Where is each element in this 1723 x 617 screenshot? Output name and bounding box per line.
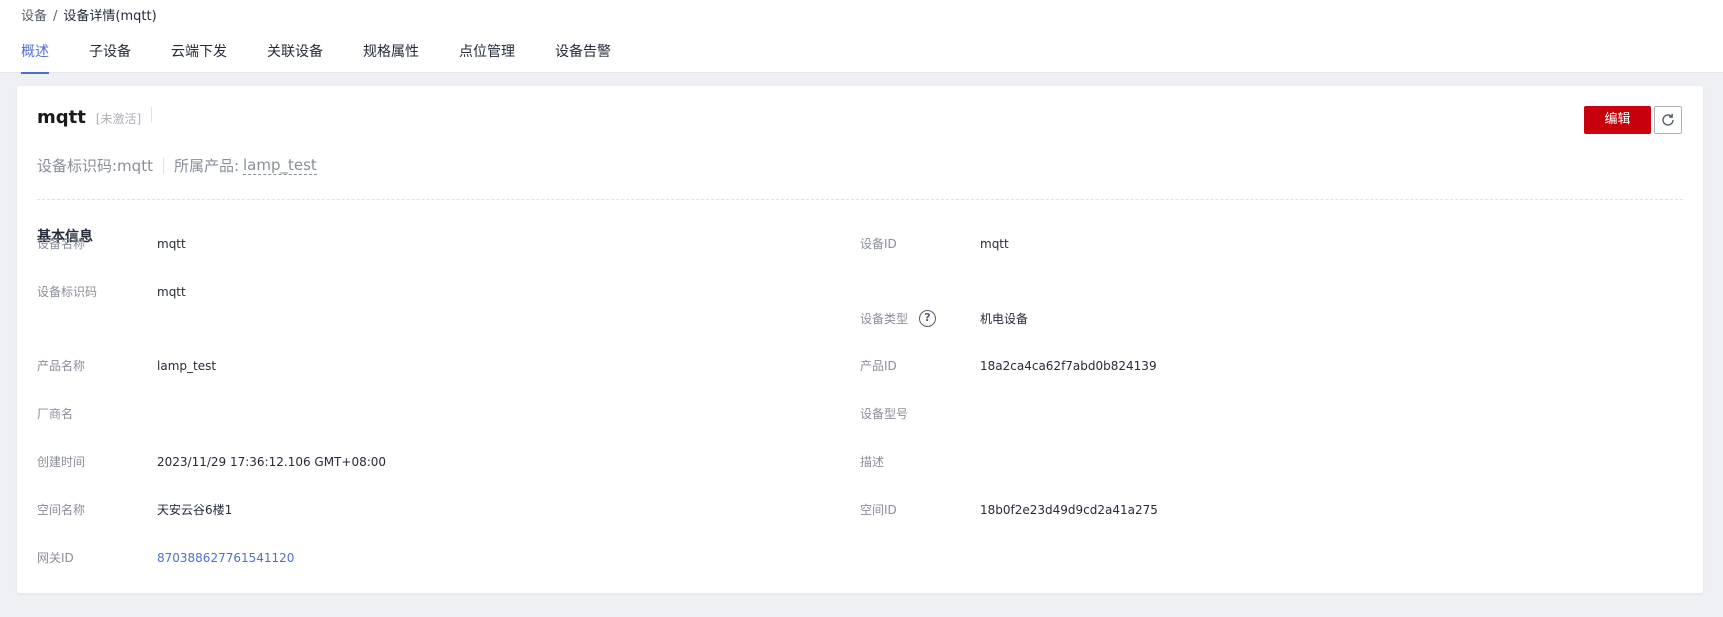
gateway-id-link[interactable]: 870388627761541120 <box>157 550 294 566</box>
breadcrumb-current: 设备详情(mqtt) <box>63 9 157 24</box>
tab-bar: 概述 子设备 云端下发 关联设备 规格属性 点位管理 设备告警 <box>21 42 651 74</box>
label-device-name: 设备名称 <box>37 237 86 251</box>
value-space-id: 18b0f2e23d49d9cd2a41a275 <box>980 503 1158 517</box>
value-created-time: 2023/11/29 17:36:12.106 GMT+08:00 <box>157 455 387 469</box>
breadcrumb: 设备 / 设备详情(mqtt) <box>21 9 157 25</box>
section-divider <box>37 199 1683 200</box>
product-link[interactable]: lamp_test <box>243 156 317 175</box>
value-device-id: mqtt <box>980 237 1009 251</box>
label-product-id: 产品ID <box>860 359 897 373</box>
subtitle-divider <box>162 157 164 174</box>
label-created-time: 创建时间 <box>37 455 86 469</box>
tab-sub-devices[interactable]: 子设备 <box>89 42 131 73</box>
label-device-id: 设备ID <box>860 237 897 251</box>
breadcrumb-separator: / <box>53 9 58 24</box>
refresh-button[interactable] <box>1654 106 1682 134</box>
device-detail-card: mqtt [未激活] 设备标识码:mqtt 所属产品: lamp_test 编辑… <box>17 86 1703 593</box>
device-status-badge: [未激活] <box>95 112 142 126</box>
label-space-name: 空间名称 <box>37 503 86 517</box>
label-gateway-id: 网关ID <box>37 551 74 565</box>
device-subtitle: 设备标识码:mqtt 所属产品: lamp_test <box>37 155 317 176</box>
title-divider <box>151 107 153 123</box>
value-product-id: 18a2ca4ca62f7abd0b824139 <box>980 359 1157 373</box>
edit-button[interactable]: 编辑 <box>1584 106 1651 134</box>
value-device-name: mqtt <box>157 237 186 251</box>
tab-spec-properties[interactable]: 规格属性 <box>363 42 419 73</box>
label-device-model: 设备型号 <box>860 407 909 421</box>
value-product-name: lamp_test <box>157 359 217 373</box>
tab-device-alarms[interactable]: 设备告警 <box>555 42 611 73</box>
value-device-identifier: mqtt <box>157 285 186 299</box>
device-title: mqtt [未激活] <box>37 107 153 128</box>
label-space-id: 空间ID <box>860 503 897 517</box>
label-vendor-name: 厂商名 <box>37 407 74 421</box>
tab-overview[interactable]: 概述 <box>21 42 49 74</box>
refresh-icon <box>1662 113 1674 126</box>
device-identifier-text: 设备标识码:mqtt <box>37 157 153 175</box>
label-product-name: 产品名称 <box>37 359 86 373</box>
label-device-identifier: 设备标识码 <box>37 285 98 299</box>
help-icon[interactable]: ? <box>919 310 936 327</box>
device-name: mqtt <box>37 107 86 128</box>
tab-point-management[interactable]: 点位管理 <box>459 42 515 73</box>
breadcrumb-devices-link[interactable]: 设备 <box>21 9 47 24</box>
value-space-name: 天安云谷6楼1 <box>157 503 233 517</box>
label-description: 描述 <box>860 455 885 469</box>
tab-cloud-commands[interactable]: 云端下发 <box>171 42 227 73</box>
label-device-type: 设备类型 <box>860 312 909 326</box>
product-label: 所属产品: <box>173 157 240 175</box>
top-header: 设备 / 设备详情(mqtt) 概述 子设备 云端下发 关联设备 规格属性 点位管理… <box>0 0 1723 74</box>
value-device-type: 机电设备 <box>980 312 1029 326</box>
tab-linked-devices[interactable]: 关联设备 <box>267 42 323 73</box>
